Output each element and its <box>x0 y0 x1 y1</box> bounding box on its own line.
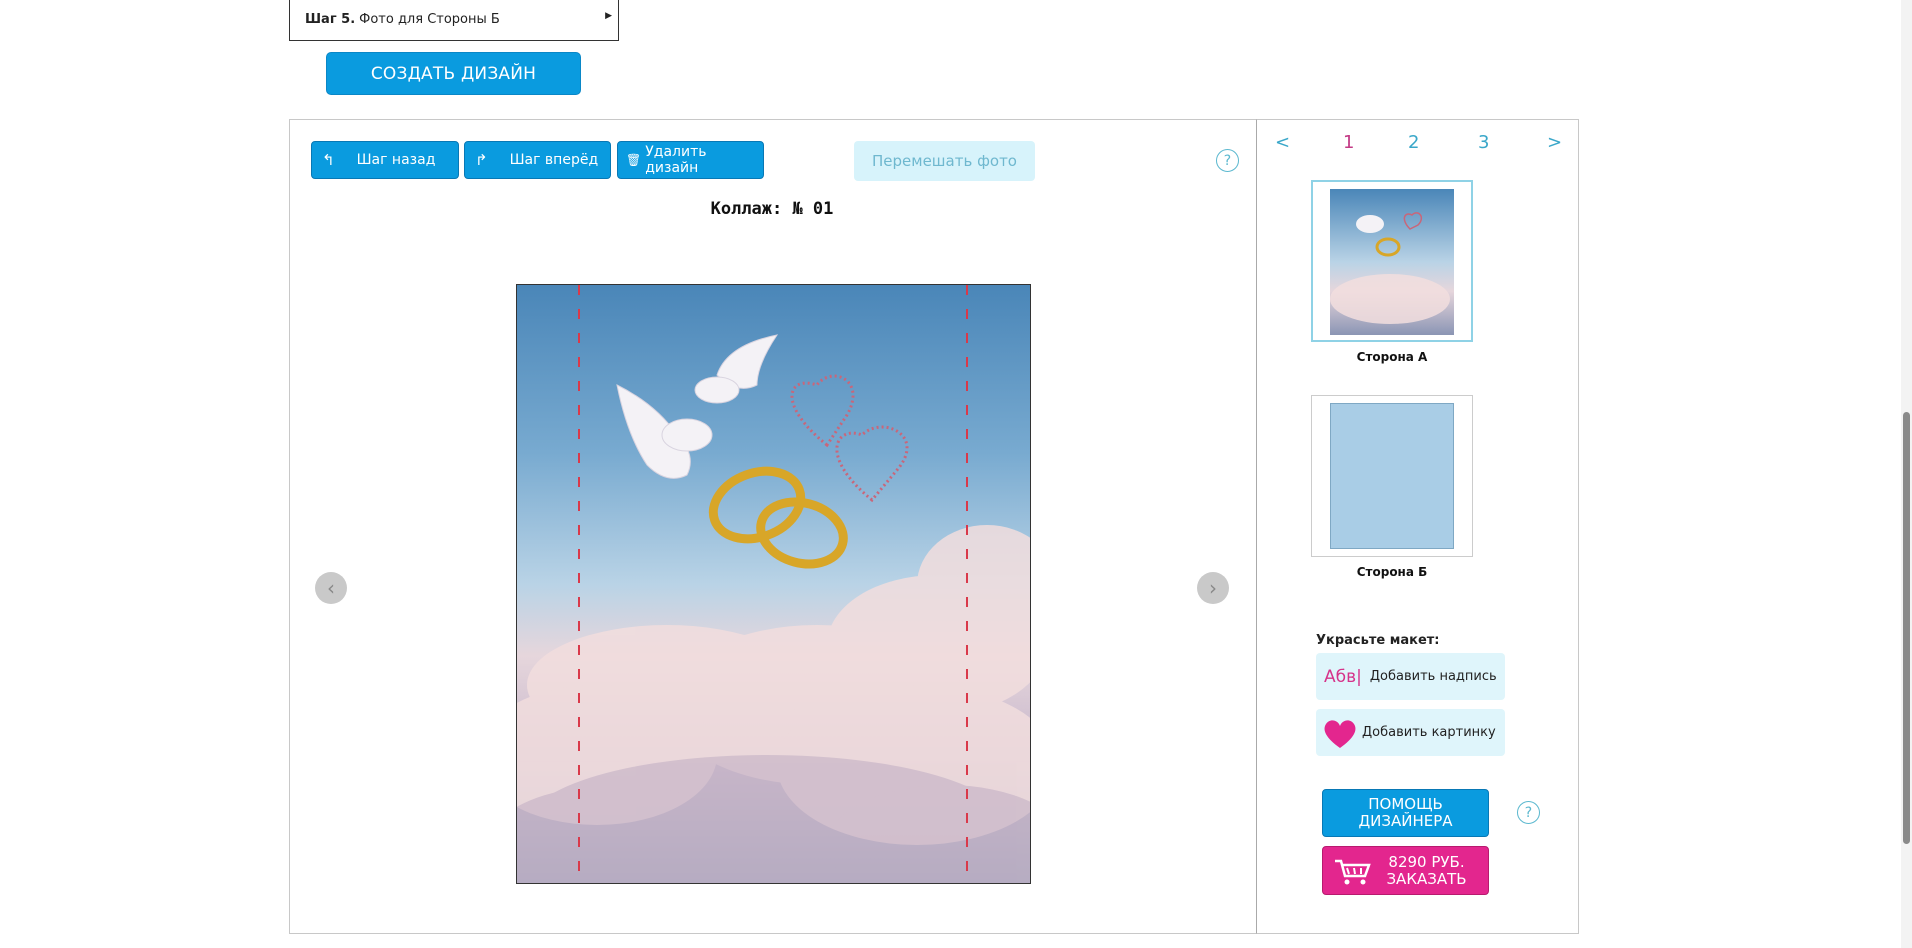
next-arrow-icon[interactable]: › <box>1197 572 1229 604</box>
step-dropdown[interactable]: Шаг 5. Фото для Стороны Б ▶ <box>289 0 619 41</box>
delete-label: Удалить дизайн <box>645 144 707 176</box>
order-text: 8290 РУБ. ЗАКАЗАТЬ <box>1373 852 1480 888</box>
collage-title: Коллаж: № 01 <box>710 199 834 219</box>
undo-icon: ↰ <box>322 151 335 169</box>
order-button[interactable]: 8290 РУБ. ЗАКАЗАТЬ <box>1322 846 1489 895</box>
heart-icon <box>1324 719 1356 748</box>
redo-button[interactable]: ↱ Шаг вперёд <box>464 141 611 179</box>
designer-help-line1: ПОМОЩЬ <box>1368 795 1443 813</box>
trash-icon: 🗑 <box>626 153 642 167</box>
caret-right-icon: ▶ <box>605 11 612 21</box>
step-label: Фото для Стороны Б <box>359 11 500 27</box>
side-a-preview <box>1330 189 1454 335</box>
designer-help-line2: ДИЗАЙНЕРА <box>1358 812 1453 830</box>
help-icon[interactable]: ? <box>1216 149 1239 172</box>
shuffle-photos-button[interactable]: Перемешать фото <box>854 141 1035 181</box>
undo-label: Шаг назад <box>356 152 436 168</box>
add-text-button[interactable]: Абв| Добавить надпись <box>1316 653 1505 700</box>
create-design-button[interactable]: СОЗДАТЬ ДИЗАЙН <box>326 52 581 95</box>
pager-page-3[interactable]: 3 <box>1478 132 1489 153</box>
page-scrollbar[interactable] <box>1901 0 1912 948</box>
pager-page-1[interactable]: 1 <box>1343 132 1354 153</box>
side-b-label: Сторона Б <box>1356 565 1428 579</box>
add-image-button[interactable]: Добавить картинку <box>1316 709 1505 756</box>
decorate-title: Украсьте макет: <box>1316 633 1440 648</box>
redo-label: Шаг вперёд <box>509 152 599 168</box>
delete-design-button[interactable]: 🗑 Удалить дизайн <box>617 141 764 179</box>
add-text-label: Добавить надпись <box>1369 669 1497 684</box>
undo-button[interactable]: ↰ Шаг назад <box>311 141 459 179</box>
side-b-preview <box>1330 403 1454 549</box>
add-image-label: Добавить картинку <box>1362 725 1496 740</box>
prev-arrow-icon[interactable]: ‹ <box>315 572 347 604</box>
designer-help-icon[interactable]: ? <box>1517 801 1540 824</box>
text-cursor-icon: Абв| <box>1324 666 1362 687</box>
designer-help-button[interactable]: ПОМОЩЬ ДИЗАЙНЕРА <box>1322 789 1489 837</box>
pager-prev[interactable]: < <box>1275 132 1290 153</box>
redo-icon: ↱ <box>475 151 488 169</box>
side-b-thumbnail[interactable] <box>1311 395 1473 557</box>
order-price: 8290 РУБ. <box>1388 852 1465 871</box>
side-a-label: Сторона А <box>1356 350 1428 364</box>
pager-next[interactable]: > <box>1547 132 1562 153</box>
cart-icon <box>1335 859 1371 884</box>
design-canvas[interactable] <box>516 284 1031 884</box>
step-number: Шаг 5. <box>305 11 356 27</box>
scrollbar-thumb[interactable] <box>1903 412 1910 844</box>
side-a-thumbnail[interactable] <box>1311 180 1473 342</box>
order-label: ЗАКАЗАТЬ <box>1386 869 1467 888</box>
collage-image <box>517 285 1030 883</box>
pager-page-2[interactable]: 2 <box>1408 132 1419 153</box>
